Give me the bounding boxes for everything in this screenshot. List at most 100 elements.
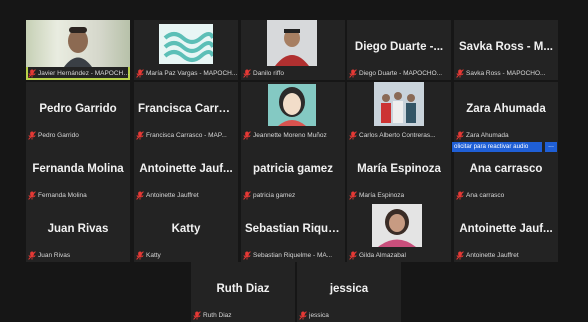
participant-name-label: María Espinoza [359, 192, 405, 199]
participant-name-bar: Zara Ahumada [454, 129, 558, 142]
muted-mic-icon [136, 251, 144, 260]
participant-display-name: Antoinette Jauf... [139, 163, 233, 175]
muted-mic-icon [456, 191, 464, 200]
participant-display-name: Antoinette Jauf... [459, 223, 553, 235]
participant-display-name: jessica [329, 283, 369, 295]
participant-name-bar: Diego Duarte - MAPOCHO... [347, 67, 451, 80]
muted-mic-icon [456, 131, 464, 140]
participant-name-label: Zara Ahumada [466, 132, 509, 139]
muted-mic-icon [349, 191, 357, 200]
participant-name-bar: Savka Ross - MAPOCHO... [454, 67, 558, 80]
participant-name-bar: Danilo riffo [241, 67, 345, 80]
participant-name-label: Ruth Diaz [203, 312, 232, 319]
participant-name-label: María Paz Vargas - MAPOCH... [146, 70, 238, 77]
participant-name-label: Juan Rivas [38, 252, 71, 259]
participant-name-label: jessica [309, 312, 329, 319]
muted-mic-icon [193, 311, 201, 320]
participant-tile[interactable]: Francisca Carras... Francisca Carrasco - … [134, 82, 238, 142]
video-call-window: Javier Hernández - MAPOCHO... María Paz V… [0, 0, 588, 322]
participant-name-bar: Francisca Carrasco - MAP... [134, 129, 238, 142]
participant-name-bar: Jeannette Moreno Muñoz [241, 129, 345, 142]
muted-mic-icon [243, 251, 251, 260]
participant-name-label: Savka Ross - MAPOCHO... [466, 70, 546, 77]
muted-mic-icon [243, 191, 251, 200]
muted-mic-icon [349, 251, 357, 260]
profile-picture [372, 204, 422, 247]
waves-logo-icon [159, 24, 213, 64]
participant-tile[interactable]: Javier Hernández - MAPOCHO... [26, 20, 130, 80]
participant-display-name: Ruth Diaz [216, 283, 270, 295]
participant-tile[interactable]: Katty Katty [134, 202, 238, 262]
participant-name-label: Sebastian Riquelme - MA... [253, 252, 333, 259]
participant-tile[interactable]: Gilda Almazabal [347, 202, 451, 262]
participant-name-bar: Fernanda Molina [26, 189, 130, 202]
unmute-request-banner[interactable]: olicitar para reactivar audio [452, 142, 542, 152]
participant-name-bar: María Espinoza [347, 189, 451, 202]
participant-tile[interactable]: jessica jessica [297, 262, 401, 322]
participant-name-bar: Juan Rivas [26, 249, 130, 262]
muted-mic-icon [456, 251, 464, 260]
participant-video [267, 20, 317, 66]
participant-display-name: Francisca Carras... [138, 103, 234, 115]
participant-tile[interactable]: Sebastian Rique... Sebastian Riquelme - M… [241, 202, 345, 262]
participant-name-label: Katty [146, 252, 161, 259]
participant-name-label: Ana carrasco [466, 192, 505, 199]
participant-name-bar: Carlos Alberto Contreras... [347, 129, 451, 142]
participant-grid: Javier Hernández - MAPOCHO... María Paz V… [26, 20, 578, 322]
participant-tile[interactable]: Antoinette Jauf... Antoinette Jauffret [134, 142, 238, 202]
participant-name-bar: Antoinette Jauffret [134, 189, 238, 202]
muted-mic-icon [28, 131, 36, 140]
participant-display-name: Pedro Garrido [39, 103, 117, 115]
participant-name-bar: Pedro Garrido [26, 129, 130, 142]
participant-display-name: María Espinoza [357, 163, 441, 175]
participant-display-name: Savka Ross - M... [459, 41, 553, 53]
participant-name-label: Antoinette Jauffret [146, 192, 199, 199]
participant-name-bar: Ruth Diaz [191, 309, 295, 322]
participant-name-bar: María Paz Vargas - MAPOCH... [134, 67, 238, 80]
participant-tile[interactable]: María Paz Vargas - MAPOCH... [134, 20, 238, 80]
participant-display-name: Juan Rivas [47, 223, 109, 235]
participant-display-name: patricia gamez [253, 163, 333, 175]
participant-name-bar: Ana carrasco [454, 189, 558, 202]
participant-tile[interactable]: Carlos Alberto Contreras... [347, 82, 451, 142]
muted-mic-icon [136, 69, 144, 78]
participant-name-bar: Katty [134, 249, 238, 262]
participant-tile[interactable]: Savka Ross - M... Savka Ross - MAPOCHO... [454, 20, 558, 80]
participant-tile[interactable]: Fernanda Molina Fernanda Molina [26, 142, 130, 202]
participant-name-label: Pedro Garrido [38, 132, 79, 139]
participant-display-name: Ana carrasco [469, 163, 543, 175]
profile-picture [268, 84, 316, 126]
banner-more-options-button[interactable]: ... [545, 142, 557, 152]
muted-mic-icon [299, 311, 307, 320]
participant-name-label: Danilo riffo [253, 70, 284, 77]
participant-name-label: Jeannette Moreno Muñoz [253, 132, 327, 139]
participant-tile[interactable]: patricia gamez patricia gamez [241, 142, 345, 202]
muted-mic-icon [243, 69, 251, 78]
participant-name-bar: Antoinette Jauffret [454, 249, 558, 262]
participant-tile[interactable]: Ruth Diaz Ruth Diaz [191, 262, 295, 322]
participant-display-name: Sebastian Rique... [245, 223, 341, 235]
participant-name-bar: Gilda Almazabal [347, 249, 451, 262]
participant-name-label: patricia gamez [253, 192, 296, 199]
participant-display-name: Diego Duarte -... [354, 41, 444, 53]
muted-mic-icon [243, 131, 251, 140]
participant-name-label: Antoinette Jauffret [466, 252, 519, 259]
participant-tile[interactable]: María Espinoza María Espinoza [347, 142, 451, 202]
muted-mic-icon [456, 69, 464, 78]
participant-tile[interactable]: Antoinette Jauf... Antoinette Jauffret [454, 202, 558, 262]
participant-name-bar: patricia gamez [241, 189, 345, 202]
participant-display-name: Fernanda Molina [32, 163, 124, 175]
participant-tile[interactable]: Jeannette Moreno Muñoz [241, 82, 345, 142]
participant-tile[interactable]: Pedro Garrido Pedro Garrido [26, 82, 130, 142]
participant-name-label: Gilda Almazabal [359, 252, 406, 259]
participant-tile[interactable]: Diego Duarte -... Diego Duarte - MAPOCHO.… [347, 20, 451, 80]
muted-mic-icon [28, 69, 36, 78]
participant-tile[interactable]: Juan Rivas Juan Rivas [26, 202, 130, 262]
participant-name-bar: Javier Hernández - MAPOCHO... [26, 67, 130, 80]
muted-mic-icon [349, 131, 357, 140]
profile-picture [374, 82, 424, 126]
participant-name-bar: jessica [297, 309, 401, 322]
participant-tile[interactable]: Zara Ahumada Zara Ahumada [454, 82, 558, 142]
participant-tile[interactable]: Danilo riffo [241, 20, 345, 80]
participant-name-label: Diego Duarte - MAPOCHO... [359, 70, 443, 77]
